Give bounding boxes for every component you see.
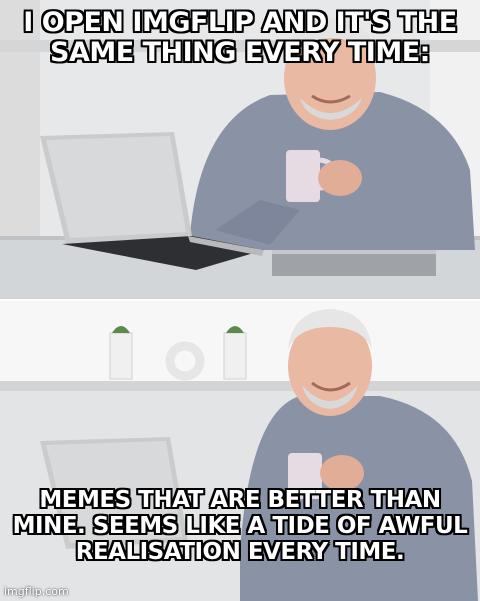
bottom-caption: MEMES THAT ARE BETTER THAN MINE. SEEMS L…	[12, 487, 468, 565]
book	[272, 252, 436, 276]
imgflip-watermark: imgflip.com	[4, 585, 69, 598]
plant-pot-left	[109, 332, 133, 380]
hand	[320, 455, 364, 491]
meme-image: I OPEN IMGFLIP AND IT'S THE SAME THING E…	[0, 0, 480, 601]
hand	[318, 160, 362, 196]
top-caption: I OPEN IMGFLIP AND IT'S THE SAME THING E…	[23, 7, 457, 69]
plant-pot-right	[223, 332, 247, 380]
mug	[286, 150, 320, 202]
